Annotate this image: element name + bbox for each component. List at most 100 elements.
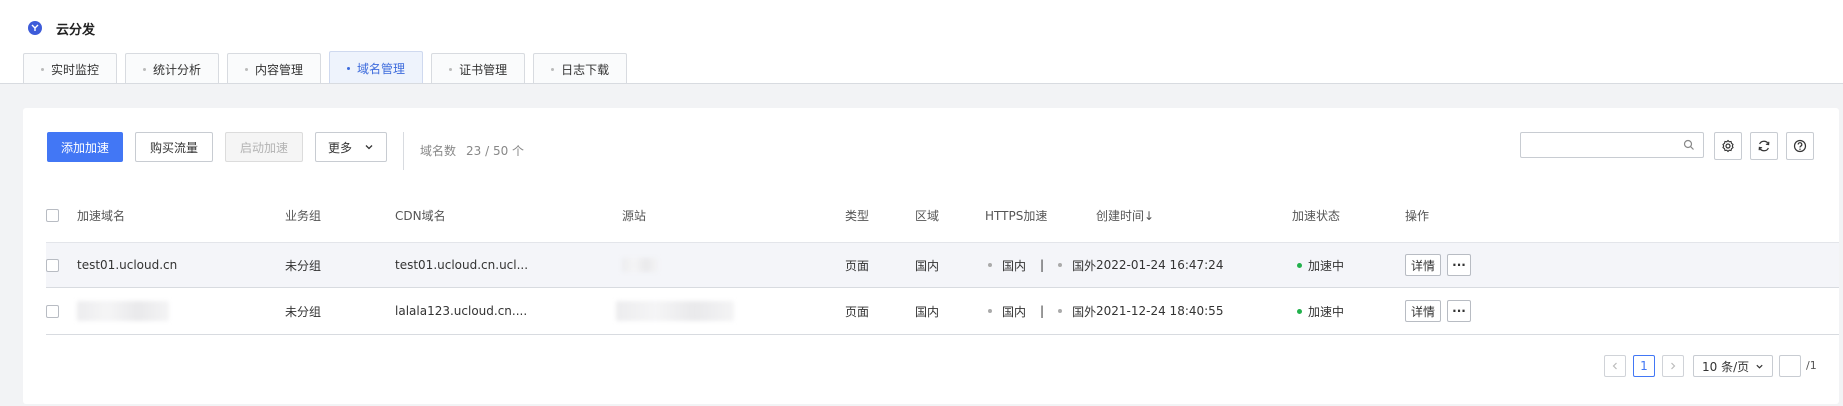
- status-dot-icon: [1058, 263, 1063, 267]
- status-cell: 加速中: [1297, 243, 1344, 287]
- add-acceleration-button[interactable]: 添加加速: [47, 132, 123, 162]
- group-cell: 未分组: [285, 258, 322, 273]
- https-cell: 国内 | 国外: [988, 288, 1096, 334]
- domain-count-label: 域名数: [420, 144, 457, 158]
- actions-cell: 详情 ···: [1405, 243, 1471, 287]
- app-title: 云分发: [56, 22, 96, 38]
- chevron-right-icon: [1671, 362, 1676, 370]
- region-cell: 国内: [915, 304, 940, 319]
- tab-label: 实时监控: [51, 62, 100, 77]
- next-page-button[interactable]: [1662, 355, 1684, 377]
- domain-cell: [77, 288, 169, 334]
- column-header: CDN域名: [395, 208, 446, 223]
- settings-button[interactable]: [1714, 132, 1742, 160]
- created-time-cell: 2021-12-24 18:40:55: [1096, 304, 1224, 318]
- detail-button[interactable]: 详情: [1405, 300, 1441, 322]
- status-dot-icon: [988, 263, 992, 267]
- tab-divider: [0, 83, 1843, 84]
- help-button[interactable]: [1786, 132, 1814, 160]
- chevron-down-icon: [1756, 364, 1763, 369]
- tab-label: 日志下载: [561, 62, 610, 77]
- tab-domain-management[interactable]: 域名管理: [329, 51, 424, 84]
- toolbar-divider: [403, 132, 404, 170]
- tab-certificate-management[interactable]: 证书管理: [431, 53, 526, 84]
- tab-realtime-monitor[interactable]: 实时监控: [23, 53, 118, 84]
- more-actions-button[interactable]: ···: [1447, 300, 1471, 322]
- row-select-cell: [46, 243, 59, 287]
- column-header: 业务组: [285, 208, 322, 223]
- buy-traffic-button[interactable]: 购买流量: [135, 132, 213, 162]
- select-all-cell: [46, 188, 59, 242]
- domain-cell: test01.ucloud.cn: [77, 258, 178, 272]
- tab-dot-icon: [347, 66, 351, 70]
- row-checkbox[interactable]: [46, 304, 59, 318]
- status-cell: 加速中: [1297, 288, 1344, 334]
- refresh-button[interactable]: [1750, 132, 1778, 160]
- pagination: 1 10 条/页 /1: [23, 355, 1839, 377]
- https-foreign: 国外: [1072, 304, 1097, 319]
- https-domestic: 国内: [1002, 258, 1027, 273]
- column-header: 源站: [622, 208, 647, 223]
- redacted-origin: [622, 258, 658, 272]
- search-icon[interactable]: [1683, 139, 1695, 151]
- redacted-origin: [616, 301, 734, 321]
- tab-bar: 实时监控 统计分析 内容管理 域名管理 证书管理 日志下载: [23, 51, 628, 84]
- tab-dot-icon: [551, 67, 555, 71]
- column-header: 区域: [915, 208, 940, 223]
- detail-button[interactable]: 详情: [1405, 254, 1441, 276]
- top-bar: 云分发 实时监控 统计分析 内容管理 域名管理 证书管理 日志下载: [0, 0, 1843, 84]
- column-header: 操作: [1405, 208, 1430, 223]
- group-cell: 未分组: [285, 304, 322, 319]
- gear-icon: [1722, 139, 1734, 153]
- table-row[interactable]: 未分组 lalala123.ucloud.cn.... 页面 国内 国内 | 国…: [46, 288, 1839, 335]
- type-cell: 页面: [845, 258, 870, 273]
- https-separator: |: [1040, 258, 1045, 272]
- domain-count: 域名数 23 / 50 个: [420, 142, 524, 159]
- more-actions-button[interactable]: ···: [1447, 254, 1471, 276]
- select-all-checkbox[interactable]: [46, 208, 59, 222]
- domain-count-value: 23 / 50 个: [466, 144, 525, 158]
- status-badge: 加速中: [1308, 304, 1345, 319]
- table-header-row: 加速域名 业务组 CDN域名 源站 类型 区域 HTTPS加速 创建时间↓ 加速…: [46, 188, 1839, 242]
- cdn-domain-cell: lalala123.ucloud.cn....: [395, 304, 528, 318]
- column-header: 加速域名: [77, 208, 126, 223]
- tab-dot-icon: [143, 67, 147, 71]
- refresh-icon: [1758, 140, 1770, 152]
- start-acceleration-button[interactable]: 启动加速: [225, 132, 303, 162]
- column-header: 加速状态: [1292, 208, 1341, 223]
- page-jump-input[interactable]: [1779, 355, 1801, 377]
- more-dropdown-button[interactable]: 更多: [315, 132, 387, 162]
- https-foreign: 国外: [1072, 258, 1097, 273]
- tab-statistics[interactable]: 统计分析: [125, 53, 220, 84]
- tab-label: 证书管理: [459, 62, 508, 77]
- search-input[interactable]: [1520, 132, 1704, 158]
- tab-content-management[interactable]: 内容管理: [227, 53, 322, 84]
- page-size-select[interactable]: 10 条/页: [1693, 355, 1773, 377]
- app-header: 云分发: [28, 18, 95, 38]
- tab-dot-icon: [41, 67, 44, 71]
- tab-dot-icon: [245, 67, 249, 71]
- sort-by-created-header[interactable]: 创建时间↓: [1096, 188, 1154, 242]
- help-icon: [1793, 139, 1807, 153]
- tab-log-download[interactable]: 日志下载: [533, 53, 628, 84]
- status-dot-icon: [1297, 308, 1302, 314]
- page-number-button[interactable]: 1: [1633, 355, 1655, 377]
- domain-list-card: 添加加速 购买流量 启动加速 更多 域名数 23 / 50 个 加速域名 业务组 …: [23, 108, 1839, 404]
- https-separator: |: [1040, 304, 1045, 318]
- redacted-domain: [77, 301, 169, 321]
- tab-dot-icon: [449, 67, 453, 71]
- status-dot-icon: [988, 309, 992, 313]
- tab-label: 域名管理: [357, 61, 406, 76]
- ucloud-logo-icon: [28, 21, 42, 35]
- created-time-cell: 2022-01-24 16:47:24: [1096, 258, 1224, 272]
- origin-cell: [616, 288, 734, 334]
- table-row[interactable]: test01.ucloud.cn 未分组 test01.ucloud.cn.uc…: [46, 242, 1839, 288]
- chevron-down-icon: [365, 145, 373, 150]
- row-checkbox[interactable]: [46, 258, 59, 272]
- https-cell: 国内 | 国外: [988, 243, 1096, 287]
- type-cell: 页面: [845, 304, 870, 319]
- more-label: 更多: [328, 140, 353, 155]
- actions-cell: 详情 ···: [1405, 288, 1471, 334]
- status-dot-icon: [1297, 262, 1302, 268]
- prev-page-button[interactable]: [1604, 355, 1626, 377]
